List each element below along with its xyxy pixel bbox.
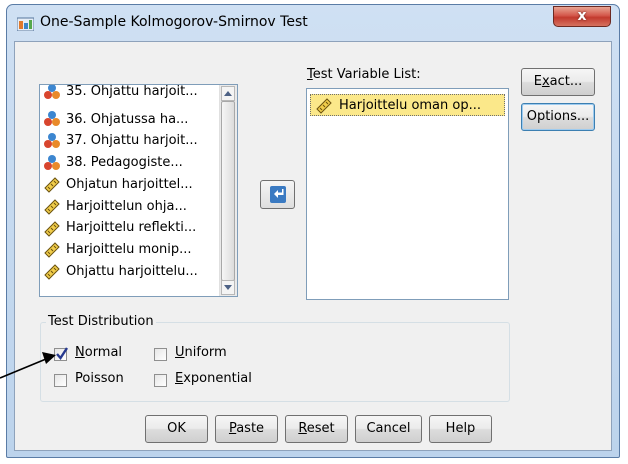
spss-app-icon [17,17,34,31]
dialog-body: Ohjattu harjoittelu... Harjoittelu monip.… [14,41,612,451]
list-item-label: Harjoittelu oman op... [339,97,481,113]
normal-label[interactable]: Normal [75,345,122,360]
list-item-label: 37. Ohjattu harjoit... [66,133,198,149]
list-item[interactable]: Ohjattu harjoittelu... [43,261,219,282]
source-variable-list[interactable]: Ohjattu harjoittelu... Harjoittelu monip.… [39,84,238,297]
normal-checkbox[interactable] [54,347,69,361]
list-item[interactable]: 37. Ohjattu harjoit... [43,130,219,151]
list-item-label: 38. Pedagogiste... [66,155,183,171]
help-button[interactable]: Help [429,415,492,443]
test-distribution-group: Test Distribution Normal Uniform Poisson… [40,314,510,402]
test-variable-list-label: Test Variable List: [307,67,421,82]
scroll-up-icon[interactable] [221,86,235,101]
list-item[interactable]: 35. Ohjattu harjoit... [43,84,219,102]
scale-icon [44,242,60,259]
paste-button[interactable]: Paste [215,415,278,443]
scale-icon [44,199,60,215]
options-button[interactable]: Options... [521,103,595,131]
uniform-checkbox[interactable] [154,348,167,361]
list-item[interactable]: Harjoittelu monip... [43,239,219,260]
list-item-label: Ohjattu harjoittelu... [66,263,198,279]
scroll-thumb[interactable] [221,101,235,281]
scale-icon [44,177,60,194]
exact-button[interactable]: Exact... [521,68,595,96]
close-icon: x [577,8,587,24]
scale-icon [316,98,332,114]
list-item-label: 36. Ohjatussa ha... [66,111,189,127]
window-title: One-Sample Kolmogorov-Smirnov Test [40,14,308,30]
list-item-label: Harjoittelu monip... [66,241,192,257]
list-item-label: Harjoittelu reflekti... [66,220,197,236]
checkmark-icon [56,347,69,360]
nominal-icon [44,154,60,170]
uniform-label[interactable]: Uniform [175,345,227,360]
cancel-button[interactable]: Cancel [355,415,422,443]
test-variable-list[interactable]: Harjoittelu oman op... [306,88,509,300]
list-item[interactable]: 36. Ohjatussa ha... [43,109,219,130]
nominal-icon [44,85,60,99]
poisson-label[interactable]: Poisson [75,371,124,386]
list-item[interactable]: Harjoittelu reflekti... [43,217,219,238]
list-item[interactable]: Harjoittelun ohja... [43,196,219,217]
reset-button[interactable]: Reset [285,415,348,443]
source-list-scrollbar[interactable] [219,85,237,296]
exponential-label[interactable]: Exponential [175,371,252,386]
close-button[interactable]: x [553,6,611,27]
title-bar[interactable]: One-Sample Kolmogorov-Smirnov Test x [7,5,619,43]
scroll-down-icon[interactable] [221,280,235,295]
scale-icon [44,264,60,280]
list-item-label: Ohjatun harjoittel... [66,176,193,192]
nominal-icon [44,111,60,127]
list-item[interactable]: 38. Pedagogiste... [43,152,219,173]
scale-icon [44,220,60,237]
list-item[interactable]: Ohjatun harjoittel... [43,174,219,195]
test-distribution-legend: Test Distribution [46,314,156,329]
list-item-label: Harjoittelun ohja... [66,198,187,214]
move-variable-button[interactable] [260,180,295,209]
move-arrow-icon [270,186,286,203]
list-item-label: 35. Ohjattu harjoit... [66,84,198,99]
dialog-window: One-Sample Kolmogorov-Smirnov Test x Ohj… [6,4,620,458]
poisson-checkbox[interactable] [54,374,67,387]
exponential-checkbox[interactable] [154,374,167,387]
ok-button[interactable]: OK [145,415,208,443]
nominal-icon [44,132,60,148]
list-item-selected[interactable]: Harjoittelu oman op... [310,94,505,116]
